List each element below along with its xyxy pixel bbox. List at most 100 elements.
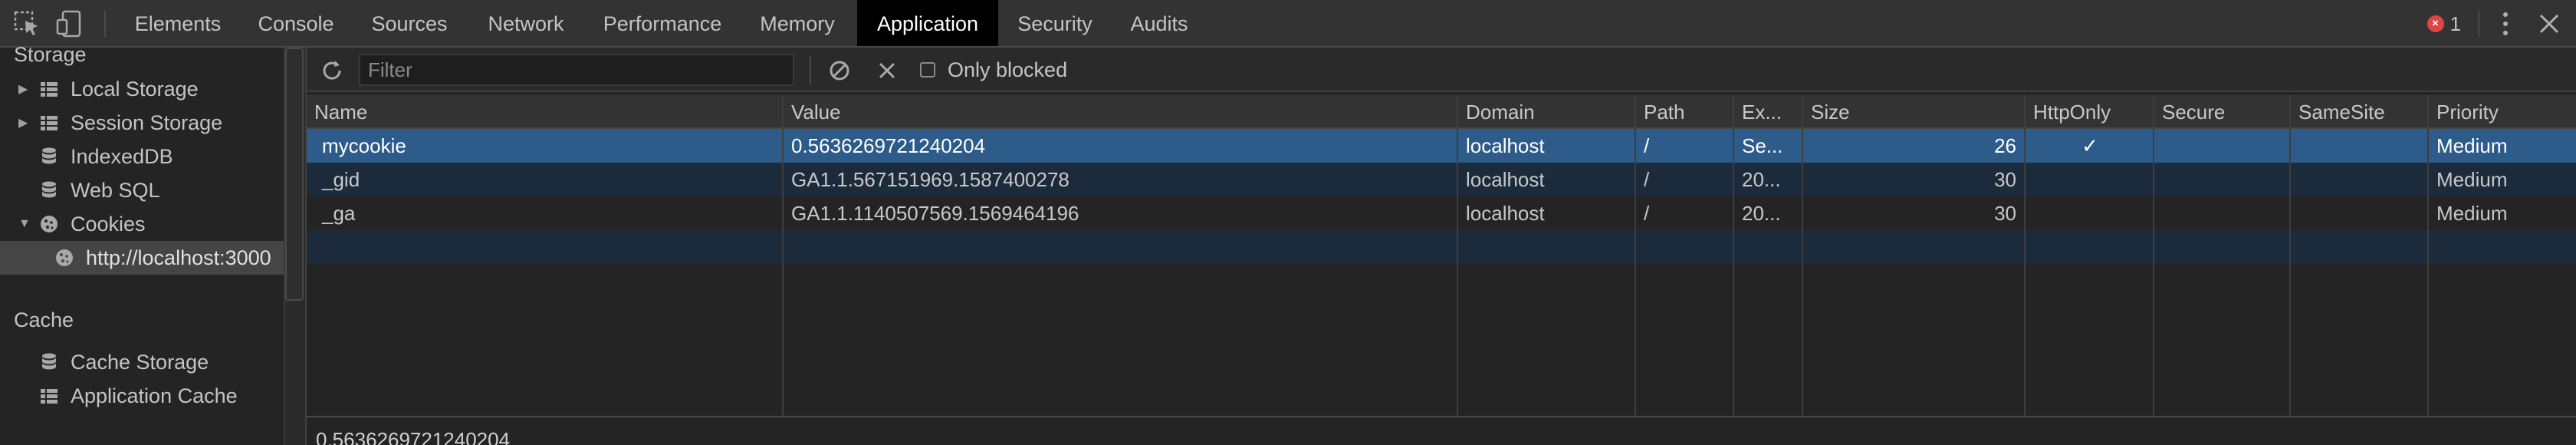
cell-name: _ga (322, 202, 356, 225)
cell-domain: localhost (1466, 202, 1545, 225)
column-header-samesite[interactable]: SameSite (2291, 95, 2429, 129)
table-row[interactable]: _ga GA1.1.1140507569.1569464196 localhos… (307, 196, 2576, 230)
cell-domain: localhost (1466, 134, 1545, 157)
column-header-expires[interactable]: Ex... (1734, 95, 1803, 129)
close-devtools-icon[interactable] (2536, 11, 2562, 37)
sidebar-item-session-storage[interactable]: ▶ Session Storage (18, 106, 222, 140)
sidebar-scrollbar-thumb[interactable] (285, 48, 304, 301)
grid-icon (41, 116, 58, 130)
sidebar-item-label: http://localhost:3000 (86, 246, 271, 269)
sidebar-item-web-sql[interactable]: Web SQL (32, 173, 160, 207)
tab-network[interactable]: Network (475, 0, 577, 46)
sidebar-item-application-cache[interactable]: Application Cache (32, 379, 238, 413)
sidebar-item-localhost-cookies[interactable]: http://localhost:3000 (0, 241, 284, 275)
sidebar-item-label: Cookies (71, 212, 146, 236)
toolbar-divider (104, 11, 106, 37)
table-row[interactable]: _gid GA1.1.567151969.1587400278 localhos… (307, 163, 2576, 196)
sidebar-item-indexeddb[interactable]: IndexedDB (32, 140, 173, 173)
expand-arrow-icon[interactable]: ▶ (18, 81, 32, 97)
sidebar-item-local-storage[interactable]: ▶ Local Storage (18, 72, 199, 106)
tab-performance[interactable]: Performance (592, 0, 733, 46)
column-divider (1457, 95, 1458, 416)
tab-audits[interactable]: Audits (1118, 0, 1201, 46)
cookies-panel: Only blocked Name Value Domain Path Ex..… (305, 48, 2576, 445)
database-icon (42, 147, 56, 164)
column-header-domain[interactable]: Domain (1458, 95, 1636, 129)
cell-expires: Se... (1742, 134, 1783, 157)
cell-value: GA1.1.1140507569.1569464196 (791, 202, 1079, 225)
error-count: 1 (2450, 12, 2461, 35)
sidebar-item-label: Application Cache (71, 384, 238, 407)
delete-selected-icon[interactable] (874, 58, 900, 84)
column-divider (2024, 95, 2026, 416)
sidebar-item-label: IndexedDB (71, 144, 173, 168)
expand-arrow-icon[interactable]: ▶ (18, 115, 32, 130)
cell-name: _gid (322, 168, 360, 191)
cell-samesite (2291, 163, 2429, 196)
sidebar-item-label: Cache Storage (71, 350, 209, 374)
column-header-httponly[interactable]: HttpOnly (2026, 95, 2154, 129)
cell-expires: 20... (1742, 168, 1781, 191)
only-blocked-checkbox[interactable] (920, 62, 935, 77)
cell-secure (2154, 163, 2291, 196)
cell-name: mycookie (322, 134, 406, 157)
cell-httponly (2026, 196, 2154, 230)
cookie-icon (41, 216, 58, 232)
cell-expires: 20... (1742, 202, 1781, 225)
cell-value: GA1.1.567151969.1587400278 (791, 168, 1070, 191)
sidebar-item-label: Local Storage (71, 77, 199, 101)
column-divider (2427, 95, 2429, 416)
cache-heading: Cache (14, 308, 74, 331)
cell-priority: Medium (2436, 202, 2508, 225)
tab-sources[interactable]: Sources (360, 0, 458, 46)
cell-value: 0.5636269721240204 (791, 134, 986, 157)
only-blocked-toggle[interactable]: Only blocked (920, 57, 1067, 83)
table-row[interactable]: mycookie 0.5636269721240204 localhost / … (307, 129, 2576, 163)
only-blocked-label: Only blocked (948, 58, 1068, 81)
more-options-icon[interactable] (2498, 11, 2513, 37)
filter-input[interactable] (359, 54, 794, 86)
cell-size: 26 (1994, 134, 2016, 157)
tab-security[interactable]: Security (1007, 0, 1102, 46)
tab-application[interactable]: Application (857, 0, 998, 46)
column-header-name[interactable]: Name (307, 95, 784, 129)
refresh-icon[interactable] (319, 58, 345, 84)
column-header-priority[interactable]: Priority (2429, 95, 2576, 129)
grid-icon (41, 82, 58, 97)
cell-priority: Medium (2436, 134, 2508, 157)
inspect-element-icon[interactable] (12, 9, 41, 38)
database-icon (42, 353, 56, 370)
grid-icon (41, 389, 58, 404)
sidebar-item-cache-storage[interactable]: Cache Storage (32, 345, 209, 379)
devtools-tab-bar: Elements Console Sources Network Perform… (0, 0, 2576, 48)
collapse-arrow-icon[interactable]: ▼ (18, 217, 32, 231)
sidebar-item-label: Session Storage (71, 110, 223, 134)
column-header-path[interactable]: Path (1636, 95, 1734, 129)
column-header-value[interactable]: Value (784, 95, 1458, 129)
sidebar-item-label: Web SQL (71, 178, 160, 202)
cell-path: / (1644, 202, 1650, 225)
cell-httponly: ✓ (2082, 134, 2098, 157)
column-divider (2289, 95, 2291, 416)
storage-heading: Storage (14, 43, 87, 66)
tab-memory[interactable]: Memory (747, 0, 848, 46)
table-header: Name Value Domain Path Ex... Size HttpOn… (307, 95, 2576, 129)
cookie-value-preview[interactable]: 0.5636269721240204 (307, 419, 2576, 445)
toolbar-divider (2478, 11, 2479, 37)
cell-httponly (2026, 163, 2154, 196)
cell-priority: Medium (2436, 168, 2508, 191)
cell-size: 30 (1994, 202, 2016, 225)
column-header-secure[interactable]: Secure (2154, 95, 2291, 129)
cookies-table: Name Value Domain Path Ex... Size HttpOn… (307, 95, 2576, 417)
sidebar-item-cookies[interactable]: ▼ Cookies (18, 207, 146, 241)
column-divider (782, 95, 784, 416)
device-toolbar-icon[interactable] (55, 9, 84, 38)
column-header-size[interactable]: Size (1803, 95, 2026, 129)
database-icon (42, 181, 56, 198)
table-row-empty (307, 230, 2576, 264)
clear-all-icon[interactable] (826, 58, 853, 84)
tab-console[interactable]: Console (247, 0, 345, 46)
tab-elements[interactable]: Elements (123, 0, 233, 46)
error-counter[interactable]: × 1 (2426, 12, 2461, 35)
cookie-icon (56, 249, 73, 266)
